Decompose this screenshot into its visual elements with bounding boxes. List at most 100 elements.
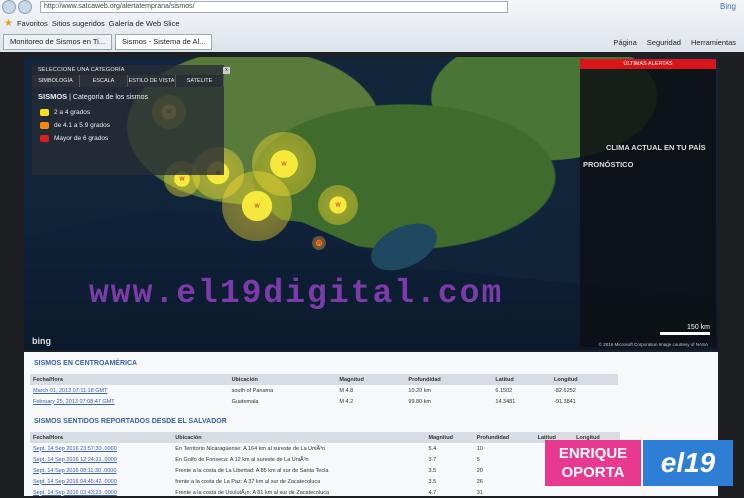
table-header-row: Fecha/Hora Ubicación Magnitud Profundidad La…: [30, 432, 620, 443]
table-cell: 20: [476, 467, 483, 474]
table-row: Sept. 14 Sep 2016 12:24:31 .0000 En Golfo…: [30, 454, 620, 465]
current-weather-heading: CLIMA ACTUAL EN TU PAÍS: [606, 143, 706, 152]
fav-suggested-sites[interactable]: Sitios sugeridos: [52, 19, 105, 28]
legend-item: de 4.1 a 5.9 grados: [32, 119, 224, 132]
legend-item: Mayor de 6 grados: [32, 132, 224, 145]
quake-icon: w: [316, 239, 322, 247]
date-link[interactable]: February 25, 2013 07:08:47 GMT: [30, 396, 229, 407]
table-cell: -82.6252: [554, 387, 576, 394]
section2-title: SISMOS SENTIDOS REPORTADOS DESDE EL SALV…: [34, 418, 227, 425]
quake-yellow-icon: [40, 109, 49, 116]
table-cell: [535, 487, 574, 498]
table-row: Sept. 14 Sep 2016 08:11:30 .0000 Frente a…: [30, 465, 620, 476]
column-header: Profundidad: [473, 432, 535, 443]
search-engine-label[interactable]: Bing: [720, 2, 736, 11]
column-header: Longitud: [551, 374, 618, 385]
legend-label: de 4.1 a 5.9 grados: [54, 122, 111, 129]
table-cell: M 4.2: [339, 398, 354, 405]
url-field[interactable]: http://www.satcaweb.org/alertatemprana/s…: [40, 0, 508, 13]
fav-web-slice-gallery[interactable]: Galería de Web Slice: [109, 19, 180, 28]
tab-bar: Monitoreo de Sismos en Ti... Sismos - Si…: [0, 33, 744, 51]
table-cell: 31: [476, 489, 483, 496]
quake-marker[interactable]: w: [318, 185, 358, 225]
column-header: Latitud: [492, 374, 552, 385]
table-cell: south of Panama: [231, 387, 274, 394]
bing-logo: bing: [32, 336, 51, 346]
table-cell: 6.1502: [495, 387, 513, 394]
tab-sismos[interactable]: Sismos - Sistema de Al...: [115, 34, 213, 50]
table-cell: 5.4: [428, 445, 437, 452]
category-prompt: SELECCIONE UNA CATEGORÍA: [38, 67, 125, 73]
quake-icon: w: [335, 201, 341, 209]
latest-alerts-header[interactable]: ÚLTIMAS ALERTAS: [580, 59, 716, 69]
table-cell: 3.5: [428, 467, 437, 474]
brand-line2: OPORTA: [561, 464, 625, 481]
legend-heading: SISMOS | Categoría de los sismos: [32, 87, 224, 106]
elsalvador-table: Fecha/Hora Ubicación Magnitud Profundidad La…: [30, 432, 620, 498]
date-link[interactable]: Sept. 14 Sep 2016 08:11:30 .0000: [30, 465, 172, 476]
toolbar-tools: Página Seguridad Herramientas: [613, 38, 736, 47]
forward-button[interactable]: [18, 0, 32, 14]
column-header: Fecha/Hora: [30, 374, 229, 385]
table-cell: Guatemala: [231, 398, 259, 405]
legend-label: Mayor de 6 grados: [54, 135, 109, 142]
quake-marker[interactable]: w: [312, 236, 326, 250]
table-cell: M 4.8: [339, 387, 354, 394]
watermark: www.el19digital.com: [89, 275, 504, 312]
table-row: March 01, 2013 07:11:18 GMT south of Pana…: [30, 385, 618, 396]
map-legend-panel: SELECCIONE UNA CATEGORÍA x SIMBOLOGÍA ES…: [32, 65, 230, 175]
table-cell: 3.7: [428, 456, 437, 463]
menu-seguridad[interactable]: Seguridad: [647, 38, 681, 47]
tab-simbologia[interactable]: SIMBOLOGÍA: [32, 75, 80, 87]
tab-escala[interactable]: ESCALA: [80, 75, 128, 87]
table-cell: 10.20 km: [408, 387, 432, 394]
table-cell: 3.5: [428, 478, 437, 485]
map-tabs: SIMBOLOGÍA ESCALA ESTILO DE VISTA SATELI…: [32, 75, 224, 87]
tab-monitoreo[interactable]: Monitoreo de Sismos en Ti...: [3, 34, 113, 50]
table-cell: 14.3481: [495, 398, 516, 405]
menu-pagina[interactable]: Página: [613, 38, 636, 47]
star-icon: ★: [4, 17, 13, 29]
table-cell: 4.7: [428, 489, 437, 496]
brand-logo: ENRIQUE OPORTA el19: [545, 440, 733, 486]
earthquake-map[interactable]: w w w w w w w SELECCIONE UNA CATEGORÍA x…: [24, 57, 718, 350]
menu-herramientas[interactable]: Herramientas: [691, 38, 736, 47]
map-copyright: © 2016 Microsoft Corporation Image court…: [598, 342, 708, 347]
date-link[interactable]: March 01, 2013 07:11:18 GMT: [30, 385, 229, 396]
tab-estilo-vista[interactable]: ESTILO DE VISTA: [128, 75, 176, 87]
quake-icon: w: [254, 202, 260, 210]
table-cell: [573, 487, 620, 498]
browser-chrome: http://www.satcaweb.org/alertatemprana/s…: [0, 0, 744, 52]
date-link[interactable]: Sept. 14 Sep 2016 04:45:42 .0000: [30, 476, 172, 487]
table-cell: En Territorio Nicaragüense: A 164 km al …: [175, 445, 325, 452]
table-cell: 99.80 km: [408, 398, 432, 405]
scale-bar: [660, 332, 710, 335]
legend-label: 2 a 4 grados: [54, 109, 91, 116]
back-button[interactable]: [2, 0, 16, 14]
table-cell: 5: [476, 456, 480, 463]
date-link[interactable]: Sept. 14 Sep 2016 23:57:30 .0000: [30, 443, 172, 454]
table-row: February 25, 2013 07:08:47 GMT Guatemala M…: [30, 396, 618, 407]
right-info-panel: ÚLTIMAS ALERTAS CLIMA ACTUAL EN TU PAÍS …: [580, 59, 716, 347]
table-cell: -91.3841: [554, 398, 576, 405]
date-link[interactable]: Sept. 14 Sep 2016 12:24:31 .0000: [30, 454, 172, 465]
table-row: Sept. 14 Sep 2016 03:43:23 .0000 Frente a…: [30, 487, 620, 498]
quake-red-icon: [40, 135, 49, 142]
table-cell: Frente a la costa de UsulutÃ¡n: A 81 km …: [175, 489, 330, 496]
column-header: Fecha/Hora: [30, 432, 173, 443]
favorites-button[interactable]: Favoritos: [17, 19, 48, 28]
column-header: Profundidad: [405, 374, 493, 385]
brand-name-block: ENRIQUE OPORTA: [545, 440, 641, 486]
date-link[interactable]: Sept. 14 Sep 2016 03:43:23 .0000: [30, 487, 172, 498]
quake-icon: w: [179, 175, 185, 183]
table-row: Sept. 14 Sep 2016 04:45:42 .0000 frente a…: [30, 476, 620, 487]
legend-subtitle: | Categoría de los sismos: [69, 94, 148, 101]
favorites-bar: ★ Favoritos Sitios sugeridos Galería de …: [0, 15, 744, 31]
address-bar-row: http://www.satcaweb.org/alertatemprana/s…: [0, 0, 744, 14]
tab-satelite[interactable]: SATELITE: [176, 75, 224, 87]
quake-marker[interactable]: w: [222, 171, 292, 241]
close-icon[interactable]: x: [223, 67, 230, 74]
legend-item: 2 a 4 grados: [32, 106, 224, 119]
table-cell: 10: [476, 445, 483, 452]
column-header: Ubicación: [172, 432, 426, 443]
